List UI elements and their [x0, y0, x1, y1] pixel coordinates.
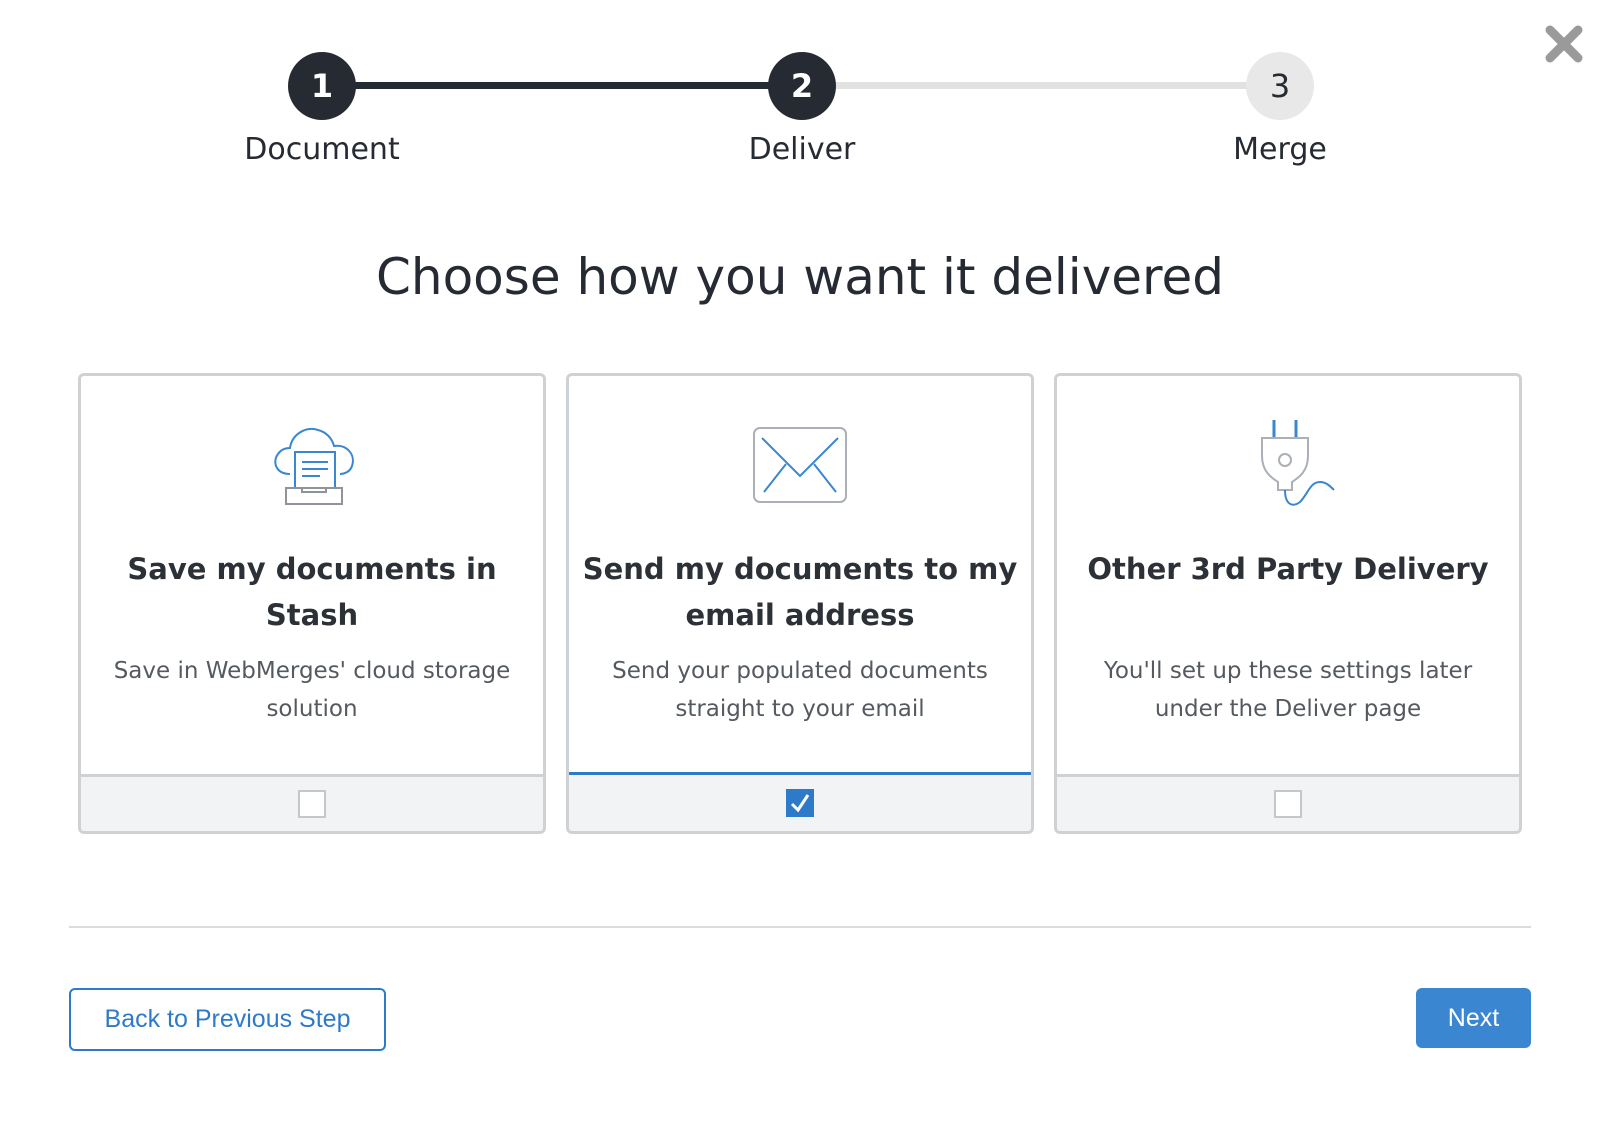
step-document: 1 Document: [222, 52, 422, 167]
step-label: Merge: [1233, 132, 1327, 167]
next-button[interactable]: Next: [1416, 988, 1531, 1048]
step-number: 2: [768, 52, 836, 120]
step-label: Deliver: [748, 132, 856, 167]
option-title: Send my documents to my email address: [582, 552, 1018, 632]
stash-checkbox[interactable]: [298, 790, 326, 818]
option-footer: [569, 772, 1031, 831]
option-footer: [1057, 774, 1519, 831]
cloud-storage-icon: [274, 428, 354, 505]
back-button[interactable]: Back to Previous Step: [69, 988, 386, 1051]
option-card-email[interactable]: Send my documents to my email address Se…: [566, 373, 1034, 834]
option-card-third-party[interactable]: Other 3rd Party Delivery You'll set up t…: [1054, 373, 1522, 834]
step-deliver: 2 Deliver: [702, 52, 902, 167]
plug-icon: [1261, 420, 1335, 506]
option-title: Save my documents in Stash: [127, 552, 497, 632]
step-merge: 3 Merge: [1180, 52, 1380, 167]
option-description: Save in WebMerges' cloud storage solutio…: [113, 658, 511, 722]
step-number: 1: [288, 52, 356, 120]
option-footer: [81, 774, 543, 831]
step-label: Document: [244, 132, 400, 167]
email-checkbox[interactable]: [786, 789, 814, 817]
option-description: Send your populated documents straight t…: [612, 658, 988, 722]
option-title: Other 3rd Party Delivery: [1087, 552, 1489, 586]
checkmark-icon: [790, 794, 810, 813]
option-description: You'll set up these settings later under…: [1103, 658, 1473, 722]
divider: [69, 926, 1531, 928]
page-title: Choose how you want it delivered: [375, 248, 1225, 306]
envelope-icon: [753, 427, 847, 503]
option-card-stash[interactable]: Save my documents in Stash Save in WebMe…: [78, 373, 546, 834]
progress-stepper: 1 Document 2 Deliver 3 Merge: [0, 0, 1600, 200]
delivery-wizard-dialog: 1 Document 2 Deliver 3 Merge Choose how …: [0, 0, 1600, 1142]
step-number: 3: [1246, 52, 1314, 120]
third-party-checkbox[interactable]: [1274, 790, 1302, 818]
